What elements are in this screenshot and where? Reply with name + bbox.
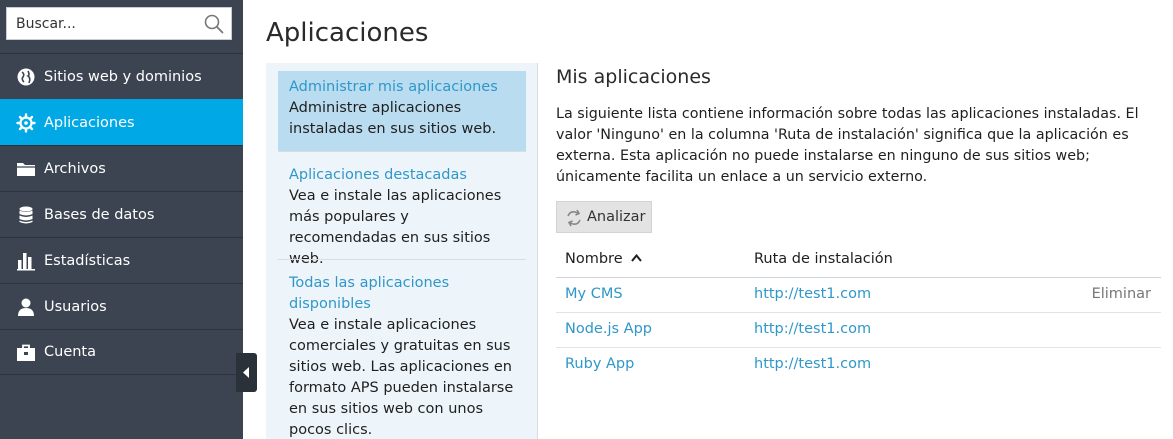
table-row: My CMS http://test1.com Eliminar (556, 278, 1161, 313)
analyze-button-label: Analizar (587, 209, 646, 225)
sidebar-item-label: Sitios web y dominios (44, 68, 202, 85)
sidebar-collapse-handle[interactable] (236, 353, 257, 392)
sidebar-item-label: Aplicaciones (44, 114, 135, 131)
section-title: Mis aplicaciones (556, 66, 711, 88)
search-box (6, 7, 232, 40)
nav-manage-my-apps[interactable]: Administrar mis aplicaciones Administre … (278, 71, 526, 152)
app-name-link[interactable]: My CMS (565, 286, 623, 302)
applications-table: Nombre Ruta de instalación My CMS http:/… (556, 244, 1161, 383)
briefcase-icon (16, 343, 36, 363)
remove-app-link[interactable]: Eliminar (1092, 286, 1151, 302)
sidebar-item-files[interactable]: Archivos (0, 145, 243, 191)
nav-all-apps-desc: Vea e instale aplicaciones comerciales y… (289, 317, 514, 438)
table-row: Ruby App http://test1.com (556, 348, 1161, 383)
sidebar-item-databases[interactable]: Bases de datos (0, 191, 243, 237)
refresh-icon (567, 209, 581, 227)
column-header-path: Ruta de instalación (754, 251, 893, 267)
sort-ascending-icon (631, 253, 643, 262)
database-icon (16, 205, 36, 225)
search-input[interactable] (7, 8, 197, 39)
folder-icon (16, 159, 36, 179)
sidebar-item-label: Bases de datos (44, 206, 155, 223)
app-name-link[interactable]: Node.js App (565, 321, 652, 337)
sidebar-item-applications[interactable]: Aplicaciones (0, 99, 243, 145)
sidebar-item-label: Usuarios (44, 298, 107, 315)
app-path-link[interactable]: http://test1.com (754, 356, 871, 372)
sidebar-item-label: Cuenta (44, 344, 96, 360)
section-description: La siguiente lista contiene información … (556, 106, 1139, 185)
table-row: Node.js App http://test1.com (556, 313, 1161, 348)
nav-manage-my-apps-link[interactable]: Administrar mis aplicaciones (289, 77, 515, 98)
sidebar-nav: Sitios web y dominios Aplicaciones Archi… (0, 53, 243, 375)
nav-featured-apps-link[interactable]: Aplicaciones destacadas (289, 165, 515, 186)
search-icon[interactable] (203, 13, 225, 35)
nav-all-apps[interactable]: Todas las aplicaciones disponibles Vea e… (278, 267, 526, 439)
globe-icon (16, 67, 36, 87)
bar-chart-icon (16, 251, 36, 271)
column-header-name[interactable]: Nombre (565, 251, 643, 267)
applications-nav-panel: Administrar mis aplicaciones Administre … (266, 63, 538, 439)
app-path-link[interactable]: http://test1.com (754, 321, 871, 337)
nav-manage-my-apps-desc: Administre aplicaciones instaladas en su… (289, 100, 497, 137)
divider (278, 259, 526, 260)
sidebar: Sitios web y dominios Aplicaciones Archi… (0, 0, 243, 439)
app-name-link[interactable]: Ruby App (565, 356, 634, 372)
sidebar-item-statistics[interactable]: Estadísticas (0, 237, 243, 283)
caret-left-icon (243, 367, 249, 378)
column-header-name-label: Nombre (565, 251, 623, 267)
sidebar-item-websites-domains[interactable]: Sitios web y dominios (0, 53, 243, 99)
sidebar-item-label: Archivos (44, 160, 106, 177)
user-icon (16, 297, 36, 317)
nav-all-apps-link[interactable]: Todas las aplicaciones disponibles (289, 273, 515, 315)
nav-featured-apps-desc: Vea e instale las aplicaciones más popul… (289, 188, 502, 267)
analyze-button[interactable]: Analizar (556, 201, 652, 233)
sidebar-item-label: Estadísticas (44, 252, 131, 269)
table-header: Nombre Ruta de instalación (556, 244, 1161, 278)
gear-icon (16, 113, 36, 133)
app-path-link[interactable]: http://test1.com (754, 286, 871, 302)
page-title: Aplicaciones (266, 18, 429, 48)
sidebar-item-account[interactable]: Cuenta (0, 329, 243, 375)
divider (278, 151, 526, 152)
sidebar-item-users[interactable]: Usuarios (0, 283, 243, 329)
